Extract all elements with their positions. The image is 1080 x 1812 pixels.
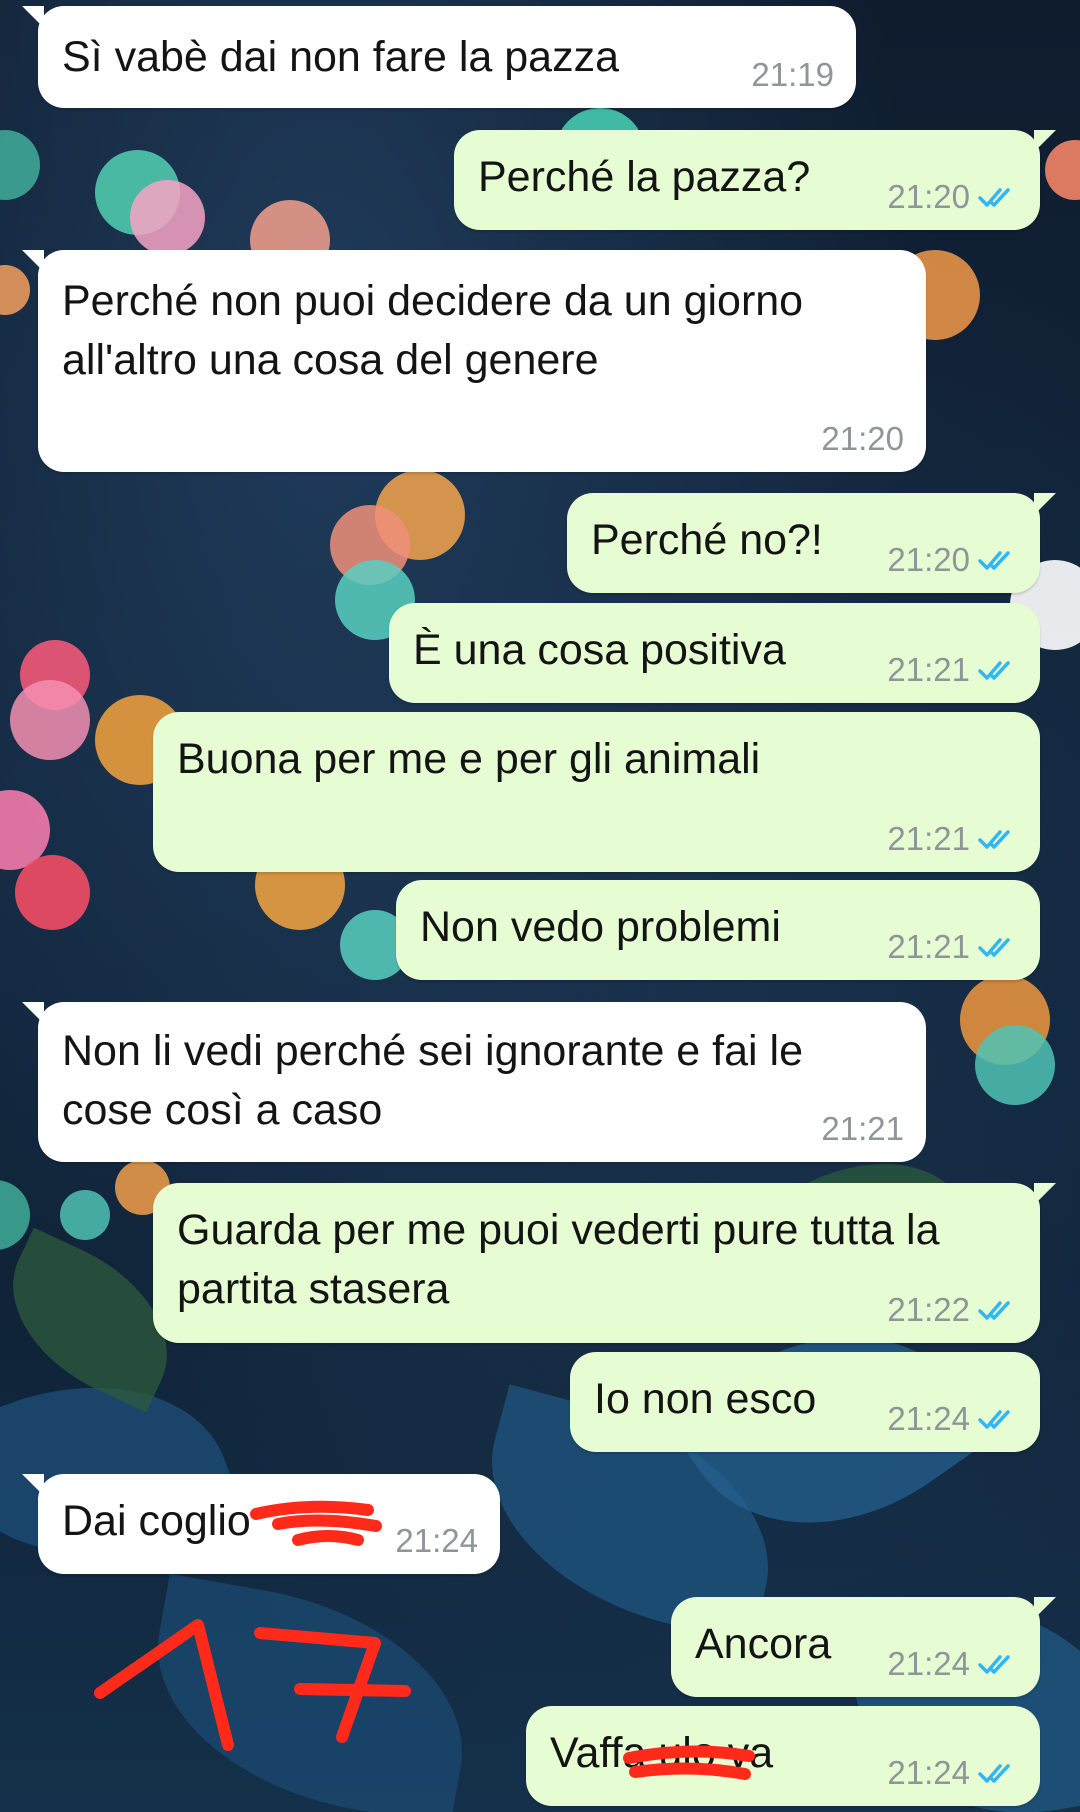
- message-time: 21:19: [751, 56, 834, 93]
- message-time: 21:24: [887, 1754, 970, 1791]
- message-bubble-incoming[interactable]: Non li vedi perché sei ignorante e fai l…: [22, 1002, 926, 1162]
- double-check-icon: [978, 661, 1010, 680]
- message-text: Buona per me e per gli animali: [177, 735, 761, 783]
- message-bubble-outgoing[interactable]: Vaffa ulo va 21:24: [526, 1706, 1040, 1806]
- message-time: 21:22: [887, 1291, 970, 1328]
- message-time: 21:21: [887, 651, 970, 688]
- message-text: Non vedo problemi: [420, 903, 781, 951]
- redaction-scribble: [250, 1500, 382, 1546]
- message-time: 21:24: [395, 1522, 478, 1559]
- message-time: 21:21: [887, 928, 970, 965]
- message-meta: 21:19: [751, 56, 834, 94]
- double-check-icon: [978, 830, 1010, 849]
- message-meta: 21:24: [887, 1645, 1018, 1683]
- message-meta: 21:24: [887, 1754, 1018, 1792]
- message-meta: 21:20: [887, 541, 1018, 579]
- message-meta: 21:20: [887, 178, 1018, 216]
- double-check-icon: [978, 1764, 1010, 1783]
- message-time: 21:24: [887, 1645, 970, 1682]
- message-bubble-incoming[interactable]: Perché non puoi decidere da un giorno al…: [22, 250, 926, 472]
- double-check-icon: [978, 551, 1010, 570]
- message-meta: 21:21: [887, 651, 1018, 689]
- message-meta: 21:20: [821, 420, 904, 458]
- message-meta: 21:24: [395, 1522, 478, 1560]
- message-bubble-outgoing[interactable]: Ancora 21:24: [671, 1597, 1056, 1697]
- message-text: È una cosa positiva: [413, 626, 786, 674]
- message-time: 21:20: [821, 420, 904, 457]
- handwritten-annotation: [94, 1619, 411, 1751]
- message-meta: 21:21: [821, 1110, 904, 1148]
- double-check-icon: [978, 1301, 1010, 1320]
- message-meta: 21:24: [887, 1400, 1018, 1438]
- message-bubble-incoming[interactable]: Dai coglio 21:24: [22, 1474, 500, 1574]
- message-bubble-outgoing[interactable]: È una cosa positiva 21:21: [389, 603, 1040, 703]
- message-time: 21:21: [887, 820, 970, 857]
- message-meta: 21:21: [887, 928, 1018, 966]
- message-time: 21:21: [821, 1110, 904, 1147]
- double-check-icon: [978, 938, 1010, 957]
- double-check-icon: [978, 1655, 1010, 1674]
- message-bubble-outgoing[interactable]: Perché no?! 21:20: [567, 493, 1056, 593]
- double-check-icon: [978, 188, 1010, 207]
- message-time: 21:24: [887, 1400, 970, 1437]
- message-text: Ancora: [695, 1620, 832, 1668]
- message-bubble-outgoing[interactable]: Guarda per me puoi vederti pure tutta la…: [153, 1183, 1056, 1343]
- message-text: Perché no?!: [591, 516, 823, 564]
- message-bubble-outgoing[interactable]: Non vedo problemi 21:21: [396, 880, 1040, 980]
- message-meta: 21:22: [887, 1291, 1018, 1329]
- double-check-icon: [978, 1410, 1010, 1429]
- message-bubble-outgoing[interactable]: Buona per me e per gli animali 21:21: [153, 712, 1040, 872]
- message-bubble-outgoing[interactable]: Perché la pazza? 21:20: [454, 130, 1056, 230]
- message-time: 21:20: [887, 541, 970, 578]
- message-text: Non li vedi perché sei ignorante e fai l…: [62, 1027, 803, 1134]
- message-text: Perché la pazza?: [478, 153, 811, 201]
- message-meta: 21:21: [887, 820, 1018, 858]
- message-text: Io non esco: [594, 1375, 817, 1423]
- message-bubble-incoming[interactable]: Sì vabè dai non fare la pazza 21:19: [22, 6, 856, 108]
- message-text: Perché non puoi decidere da un giorno al…: [62, 277, 804, 384]
- message-time: 21:20: [887, 178, 970, 215]
- message-bubble-outgoing[interactable]: Io non esco 21:24: [570, 1352, 1040, 1452]
- message-text: Dai coglio: [62, 1497, 251, 1545]
- redaction-scribble: [623, 1745, 755, 1780]
- message-text: Sì vabè dai non fare la pazza: [62, 33, 619, 81]
